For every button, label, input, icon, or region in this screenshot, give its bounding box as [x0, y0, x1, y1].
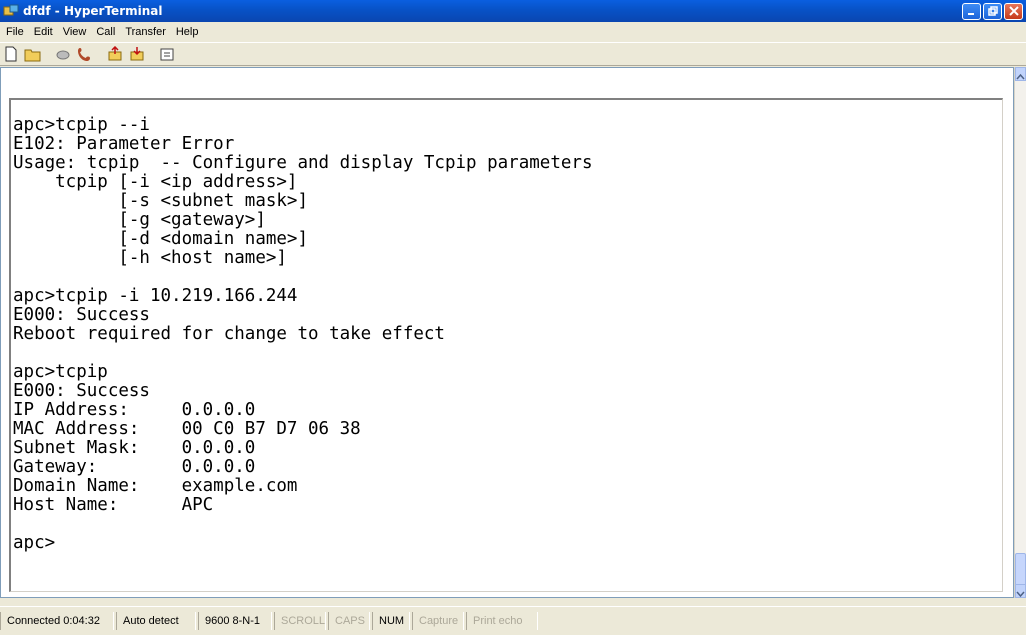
phone-icon — [78, 48, 90, 61]
status-bar: Connected 0:04:32 Auto detect 9600 8-N-1… — [0, 606, 1026, 635]
menu-file[interactable]: File — [2, 26, 28, 38]
close-icon — [1008, 6, 1019, 16]
receive-icon — [130, 47, 144, 61]
scroll-down-arrow[interactable] — [1015, 584, 1026, 598]
status-num: NUM — [372, 612, 410, 630]
status-connected: Connected 0:04:32 — [0, 612, 114, 630]
menu-transfer[interactable]: Transfer — [121, 26, 170, 38]
title-bar: dfdf - HyperTerminal — [0, 0, 1026, 22]
status-settings: 9600 8-N-1 — [198, 612, 272, 630]
menu-view[interactable]: View — [59, 26, 91, 38]
status-capture: Capture — [412, 612, 464, 630]
terminal-output: apc>tcpip --i E102: Parameter Error Usag… — [13, 115, 593, 553]
status-scroll: SCROLL — [274, 612, 326, 630]
status-caps: CAPS — [328, 612, 370, 630]
disconnect-button[interactable] — [52, 44, 74, 64]
menu-bar: File Edit View Call Transfer Help — [0, 22, 1026, 42]
open-button[interactable] — [22, 44, 44, 64]
receive-button[interactable] — [126, 44, 148, 64]
scroll-up-arrow[interactable] — [1015, 67, 1026, 81]
phone-button[interactable] — [74, 44, 96, 64]
chevron-up-icon — [1016, 73, 1025, 80]
menu-help[interactable]: Help — [172, 26, 203, 38]
send-button[interactable] — [104, 44, 126, 64]
restore-icon — [987, 6, 998, 16]
open-icon — [24, 49, 41, 61]
menu-call[interactable]: Call — [92, 26, 119, 38]
status-print-echo: Print echo — [466, 612, 538, 630]
hyperterminal-icon — [3, 4, 19, 16]
send-icon — [108, 46, 122, 61]
horizontal-spacer — [0, 598, 1026, 606]
new-icon — [5, 46, 17, 62]
toolbar — [0, 42, 1026, 66]
minimize-icon — [968, 12, 974, 15]
new-button[interactable] — [0, 44, 22, 64]
properties-icon — [160, 48, 174, 61]
disconnect-icon — [56, 50, 70, 60]
restore-button[interactable] — [983, 2, 1002, 20]
close-button[interactable] — [1004, 2, 1023, 20]
vertical-scrollbar[interactable] — [1014, 67, 1026, 598]
terminal-window[interactable]: apc>tcpip --i E102: Parameter Error Usag… — [0, 67, 1014, 598]
minimize-button[interactable] — [962, 2, 981, 20]
status-detect: Auto detect — [116, 612, 196, 630]
properties-button[interactable] — [156, 44, 178, 64]
terminal-screen[interactable]: apc>tcpip --i E102: Parameter Error Usag… — [9, 98, 1003, 592]
menu-edit[interactable]: Edit — [30, 26, 57, 38]
window-title: dfdf - HyperTerminal — [23, 4, 163, 18]
